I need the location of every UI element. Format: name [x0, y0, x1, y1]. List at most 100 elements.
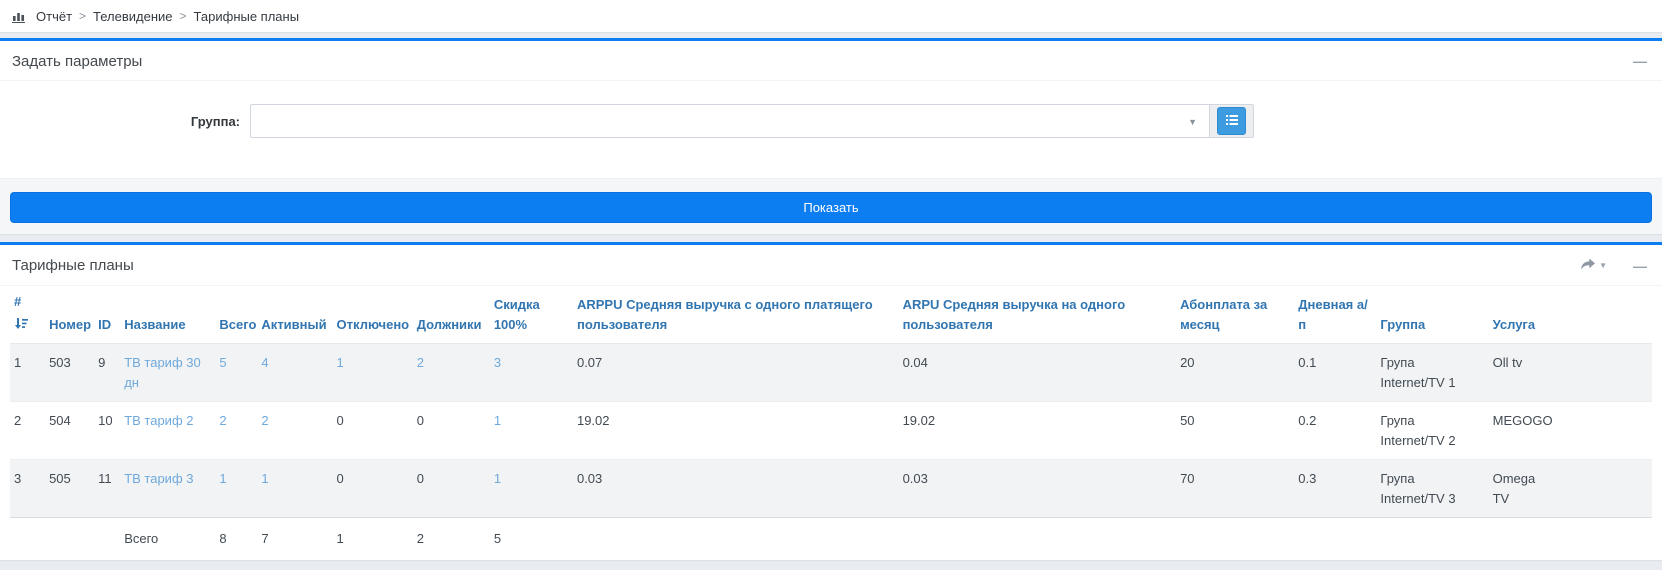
cell-group: Група Internet/TV 1 — [1376, 344, 1488, 402]
cell-name: ТВ тариф 30 дн — [120, 344, 215, 402]
column-header-num[interactable]: # — [10, 286, 45, 344]
cell-service: MEGOGO — [1489, 402, 1559, 460]
column-header-total[interactable]: Всего — [215, 286, 257, 344]
breadcrumb: Отчёт > Телевидение > Тарифные планы — [0, 0, 1662, 33]
list-icon — [1225, 114, 1239, 129]
table-header-row: # Номер ID Название Всего Активный Отклю… — [10, 286, 1652, 344]
breadcrumb-item-tariff-plans[interactable]: Тарифные планы — [194, 9, 300, 24]
group-select[interactable]: ▼ — [250, 104, 1210, 138]
cell-debtors: 0 — [413, 402, 490, 460]
cell-disconnected: 0 — [333, 460, 413, 518]
cell-number: 503 — [45, 344, 94, 402]
cell-spacer — [1559, 460, 1652, 518]
column-header-number[interactable]: Номер — [45, 286, 94, 344]
sort-icon[interactable] — [14, 315, 37, 335]
cell-empty — [1559, 518, 1652, 560]
report-panel-title: Тарифные планы — [12, 257, 134, 274]
collapse-panel-button[interactable]: — — [1629, 52, 1650, 70]
totals-active: 7 — [257, 518, 332, 560]
tariff-name-link[interactable]: ТВ тариф 30 дн — [124, 355, 201, 390]
cell-group: Група Internet/TV 2 — [1376, 402, 1488, 460]
total-count-link[interactable]: 2 — [219, 413, 226, 428]
export-share-button[interactable]: ▼ — [1576, 256, 1611, 275]
column-header-group[interactable]: Группа — [1376, 286, 1488, 344]
cell-group: Група Internet/TV 3 — [1376, 460, 1488, 518]
cell-arpu: 0.03 — [899, 460, 1177, 518]
cell-num: 1 — [10, 344, 45, 402]
cell-empty — [10, 518, 45, 560]
cell-id: 10 — [94, 402, 120, 460]
cell-arpu: 19.02 — [899, 402, 1177, 460]
report-panel-header: Тарифные планы ▼ — — [0, 245, 1662, 286]
debtors-count-link[interactable]: 2 — [417, 355, 424, 370]
cell-discount: 3 — [490, 344, 573, 402]
column-header-debtors[interactable]: Должники — [413, 286, 490, 344]
table-row: 3 505 11 ТВ тариф 3 1 1 0 0 1 0.03 0.03 … — [10, 460, 1652, 518]
bar-chart-icon — [12, 10, 27, 23]
parameters-panel-footer: Показать — [0, 178, 1662, 234]
parameters-form: Группа: ▼ — [0, 81, 1662, 178]
column-header-daily-fee[interactable]: Дневная а/п — [1294, 286, 1376, 344]
tariff-name-link[interactable]: ТВ тариф 3 — [124, 471, 193, 486]
cell-total: 1 — [215, 460, 257, 518]
discount-count-link[interactable]: 1 — [494, 471, 501, 486]
cell-spacer — [1559, 344, 1652, 402]
column-header-disconnected[interactable]: Отключено — [333, 286, 413, 344]
column-header-active[interactable]: Активный — [257, 286, 332, 344]
minus-icon: — — [1633, 259, 1646, 273]
cell-total: 5 — [215, 344, 257, 402]
group-select-addon — [1210, 104, 1254, 138]
column-header-name[interactable]: Название — [120, 286, 215, 344]
cell-empty — [1376, 518, 1488, 560]
cell-debtors: 0 — [413, 460, 490, 518]
cell-service: Omega TV — [1489, 460, 1559, 518]
total-count-link[interactable]: 5 — [219, 355, 226, 370]
column-header-arpu[interactable]: ARPU Средняя выручка на одного пользоват… — [899, 286, 1177, 344]
column-header-monthly-fee[interactable]: Абонплата за месяц — [1176, 286, 1294, 344]
cell-empty — [1294, 518, 1376, 560]
discount-count-link[interactable]: 1 — [494, 413, 501, 428]
cell-number: 505 — [45, 460, 94, 518]
cell-arppu: 0.07 — [573, 344, 899, 402]
report-panel: Тарифные планы ▼ — — [0, 242, 1662, 560]
totals-discount: 5 — [490, 518, 573, 560]
cell-name: ТВ тариф 3 — [120, 460, 215, 518]
parameters-panel-title: Задать параметры — [12, 53, 142, 70]
cell-daily-fee: 0.3 — [1294, 460, 1376, 518]
column-header-id[interactable]: ID — [94, 286, 120, 344]
column-header-service[interactable]: Услуга — [1489, 286, 1559, 344]
table-row: 1 503 9 ТВ тариф 30 дн 5 4 1 2 3 0.07 0.… — [10, 344, 1652, 402]
group-list-button[interactable] — [1217, 107, 1246, 135]
active-count-link[interactable]: 4 — [261, 355, 268, 370]
tariff-name-link[interactable]: ТВ тариф 2 — [124, 413, 193, 428]
column-header-spacer — [1559, 286, 1652, 344]
cell-monthly-fee: 50 — [1176, 402, 1294, 460]
cell-arppu: 19.02 — [573, 402, 899, 460]
cell-active: 2 — [257, 402, 332, 460]
cell-empty — [94, 518, 120, 560]
breadcrumb-item-report[interactable]: Отчёт — [36, 9, 72, 24]
cell-num: 3 — [10, 460, 45, 518]
cell-daily-fee: 0.1 — [1294, 344, 1376, 402]
cell-disconnected: 0 — [333, 402, 413, 460]
cell-num: 2 — [10, 402, 45, 460]
show-button[interactable]: Показать — [10, 192, 1652, 223]
cell-daily-fee: 0.2 — [1294, 402, 1376, 460]
active-count-link[interactable]: 1 — [261, 471, 268, 486]
totals-label: Всего — [120, 518, 215, 560]
column-header-arppu[interactable]: ARPPU Средняя выручка с одного платящего… — [573, 286, 899, 344]
cell-discount: 1 — [490, 460, 573, 518]
cell-empty — [1176, 518, 1294, 560]
column-header-discount[interactable]: Скидка 100% — [490, 286, 573, 344]
total-count-link[interactable]: 1 — [219, 471, 226, 486]
chevron-down-icon: ▼ — [1599, 262, 1607, 270]
collapse-panel-button[interactable]: — — [1629, 257, 1650, 275]
discount-count-link[interactable]: 3 — [494, 355, 501, 370]
disconnected-count-link[interactable]: 1 — [337, 355, 344, 370]
cell-disconnected: 1 — [333, 344, 413, 402]
cell-total: 2 — [215, 402, 257, 460]
totals-disconnected: 1 — [333, 518, 413, 560]
breadcrumb-item-television[interactable]: Телевидение — [93, 9, 172, 24]
active-count-link[interactable]: 2 — [261, 413, 268, 428]
cell-empty — [899, 518, 1177, 560]
